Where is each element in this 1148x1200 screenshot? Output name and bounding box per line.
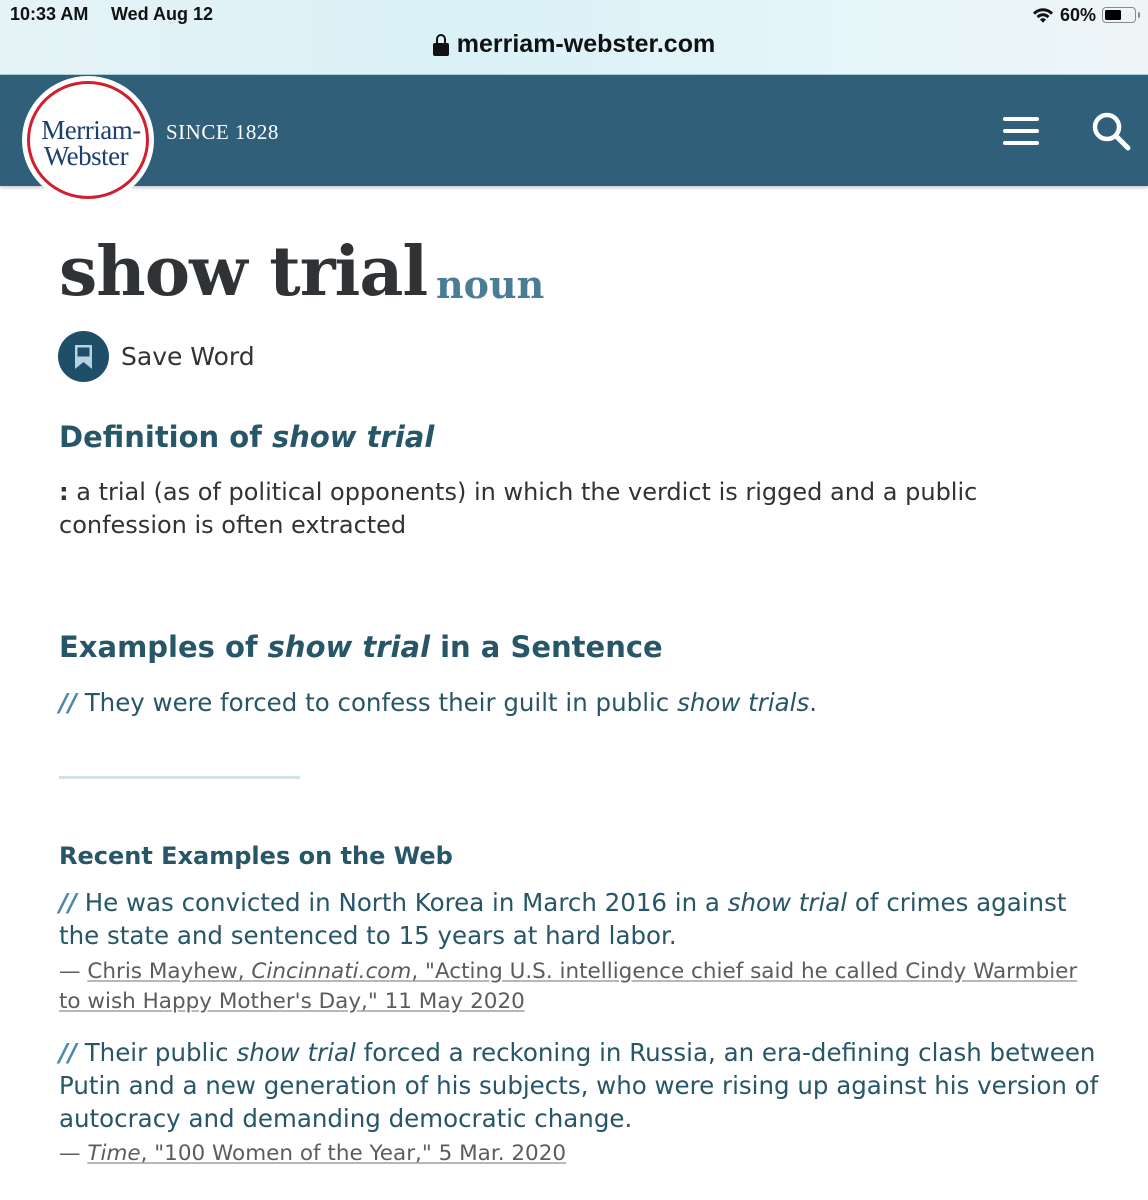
citation-dash: — xyxy=(59,959,88,984)
example-term: show trial xyxy=(727,888,848,917)
example-slashes: // xyxy=(59,888,77,917)
citation-author: Chris Mayhew, xyxy=(87,959,252,984)
save-word-label: Save Word xyxy=(121,342,255,371)
definition-body: a trial (as of political opponents) in w… xyxy=(59,478,978,539)
example-text-before: He was convicted in North Korea in March… xyxy=(76,888,728,917)
save-word-circle xyxy=(58,331,109,382)
citation-publication: Time xyxy=(87,1141,141,1166)
recent-example-2-citation: — Time, "100 Women of the Year," 5 Mar. … xyxy=(59,1139,1099,1169)
status-indicators: 60% xyxy=(1032,4,1140,26)
battery-icon xyxy=(1102,7,1140,23)
citation-link[interactable]: Chris Mayhew, Cincinnati.com, "Acting U.… xyxy=(59,959,1077,1014)
wifi-icon xyxy=(1032,8,1053,23)
example-slashes: // xyxy=(59,1038,77,1067)
section-divider xyxy=(59,776,300,779)
recent-example-1-citation: — Chris Mayhew, Cincinnati.com, "Acting … xyxy=(59,957,1099,1017)
headword: show trial xyxy=(59,232,428,312)
example-slashes: // xyxy=(59,688,77,717)
search-icon[interactable] xyxy=(1090,110,1132,152)
example-term: show trial xyxy=(236,1038,356,1067)
hamburger-menu-icon[interactable] xyxy=(1003,117,1041,147)
battery-level-fill xyxy=(1105,10,1121,20)
definition-heading-prefix: Definition of xyxy=(59,420,272,454)
since-tagline: SINCE 1828 xyxy=(166,120,279,144)
example-sentence: // They were forced to confess their gui… xyxy=(59,686,1099,719)
example-text-before: They were forced to confess their guilt … xyxy=(76,688,678,717)
part-of-speech[interactable]: noun xyxy=(436,262,544,307)
definition-text: : a trial (as of political opponents) in… xyxy=(59,476,1059,542)
examples-heading-suffix: in a Sentence xyxy=(430,630,663,664)
browser-top-bar: 10:33 AM Wed Aug 12 60% merriam-webster.… xyxy=(0,0,1148,75)
example-text-before: Their public xyxy=(76,1038,237,1067)
citation-publication: Cincinnati.com xyxy=(251,959,412,984)
examples-heading-term: show trial xyxy=(267,630,431,664)
status-date: Wed Aug 12 xyxy=(111,4,214,24)
examples-heading: Examples of show trial in a Sentence xyxy=(59,630,663,664)
status-time: 10:33 AM xyxy=(10,4,89,24)
url-text[interactable]: merriam-webster.com xyxy=(457,30,715,59)
definition-colon: : xyxy=(59,478,69,506)
bookmark-icon xyxy=(75,345,92,369)
citation-dash: — xyxy=(59,1141,88,1166)
address-bar[interactable]: merriam-webster.com xyxy=(0,30,1148,59)
definition-heading: Definition of show trial xyxy=(59,420,434,454)
example-text-after: . xyxy=(809,688,818,717)
merriam-webster-logo[interactable]: Merriam- Webster xyxy=(22,76,154,204)
citation-title-date: , "100 Women of the Year," 5 Mar. 2020 xyxy=(140,1141,567,1166)
examples-heading-prefix: Examples of xyxy=(59,630,268,664)
recent-example-1: // He was convicted in North Korea in Ma… xyxy=(59,886,1099,952)
save-word-button[interactable]: Save Word xyxy=(58,331,255,382)
example-term: show trials xyxy=(677,688,810,717)
definition-heading-term: show trial xyxy=(271,420,435,454)
citation-link[interactable]: Time, "100 Women of the Year," 5 Mar. 20… xyxy=(87,1141,566,1166)
battery-percent: 60% xyxy=(1059,4,1096,25)
recent-example-2: // Their public show trial forced a reck… xyxy=(59,1036,1099,1135)
logo-text-webster: Webster xyxy=(43,141,129,171)
recent-examples-heading: Recent Examples on the Web xyxy=(59,842,453,870)
lock-icon xyxy=(432,33,449,56)
